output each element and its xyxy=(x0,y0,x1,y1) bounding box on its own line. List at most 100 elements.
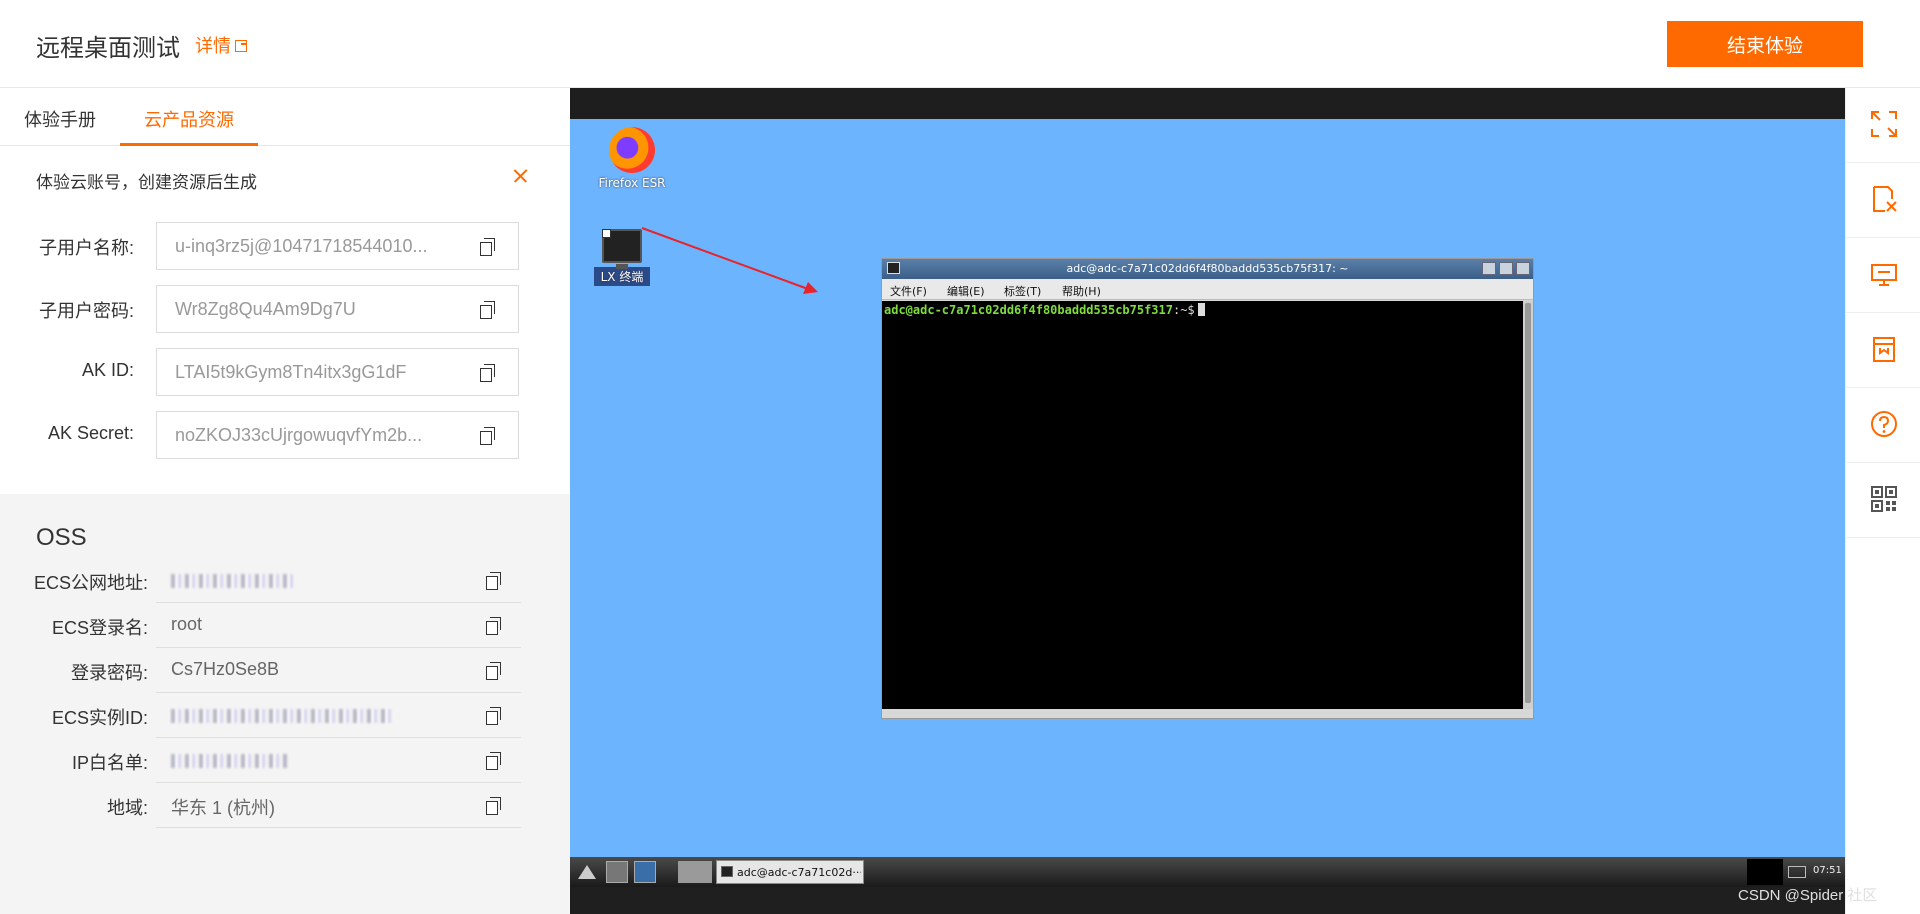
tool-column xyxy=(1845,88,1920,914)
copy-icon[interactable] xyxy=(480,364,495,382)
active-tab-indicator xyxy=(120,143,258,146)
terminal-small-icon xyxy=(721,866,733,877)
help-icon xyxy=(1871,411,1897,437)
display-button[interactable] xyxy=(1846,238,1920,313)
bookmark-icon xyxy=(1873,337,1895,362)
tab-manual[interactable]: 体验手册 xyxy=(24,106,96,132)
oss-label: ECS实例ID: xyxy=(51,708,148,728)
viewport-top-bar xyxy=(570,88,1845,119)
resource-panel: 体验手册 云产品资源 体验云账号，创建资源后生成 子用户名称: u-inq3rz… xyxy=(0,88,570,914)
field-value: LTAI5t9kGym8Tn4itx3gG1dF xyxy=(175,362,407,382)
ak-secret-field[interactable]: noZKOJ33cUjrgowuqvfYm2b... xyxy=(156,411,519,459)
redacted-value xyxy=(171,754,287,768)
minimize-button[interactable] xyxy=(1482,262,1496,275)
oss-row-login-password: 登录密码: Cs7Hz0Se8B xyxy=(0,648,570,693)
menu-help[interactable]: 帮助(H) xyxy=(1062,283,1101,299)
text-cursor xyxy=(1197,303,1205,316)
desktop-icon-firefox[interactable]: Firefox ESR xyxy=(594,127,670,190)
oss-row-ip-whitelist: IP白名单: xyxy=(0,738,570,783)
menu-tabs[interactable]: 标签(T) xyxy=(1004,283,1041,299)
terminal-window[interactable]: adc@adc-c7a71c02dd6f4f80baddd535cb75f317… xyxy=(881,258,1534,719)
field-value: Wr8Zg8Qu4Am9Dg7U xyxy=(175,299,356,319)
terminal-scrollbar[interactable] xyxy=(1523,301,1533,709)
watermark: CSDN @Spider 社区 xyxy=(1738,887,1878,904)
fullscreen-button[interactable] xyxy=(1846,88,1920,163)
page-title: 远程桌面测试 xyxy=(36,35,180,62)
prompt-path: :~$ xyxy=(1172,303,1195,317)
desktop-icon-label: Firefox ESR xyxy=(598,176,666,190)
qrcode-button[interactable] xyxy=(1846,463,1920,538)
end-experience-button[interactable]: 结束体验 xyxy=(1667,21,1863,67)
terminal-titlebar[interactable]: adc@adc-c7a71c02dd6f4f80baddd535cb75f317… xyxy=(882,259,1533,279)
show-desktop-icon[interactable] xyxy=(606,861,628,883)
redacted-value xyxy=(171,574,293,588)
terminal-prompt: adc@adc-c7a71c02dd6f4f80baddd535cb75f317… xyxy=(884,303,1205,317)
field-row-password: 子用户密码: Wr8Zg8Qu4Am9Dg7U xyxy=(0,285,570,333)
menu-file[interactable]: 文件(F) xyxy=(890,283,927,299)
copy-icon[interactable] xyxy=(486,752,501,770)
annotation-arrow xyxy=(641,227,818,294)
field-label: 子用户名称: xyxy=(38,238,134,258)
oss-label: 登录密码: xyxy=(70,663,148,683)
oss-value: 华东 1 (杭州) xyxy=(171,798,276,818)
field-row-ak-secret: AK Secret: noZKOJ33cUjrgowuqvfYm2b... xyxy=(0,411,570,459)
task-label: adc@adc-c7a71c02d··· xyxy=(737,866,861,879)
remote-desktop-viewport[interactable]: Firefox ESR LX 终端 adc@adc-c7a71c02dd6f4f… xyxy=(570,88,1845,914)
oss-label: 地域: xyxy=(106,798,148,818)
field-value: u-inq3rz5j@10471718544010... xyxy=(175,236,428,256)
taskbar: adc@adc-c7a71c02d··· 07:51 xyxy=(570,857,1845,887)
copy-icon[interactable] xyxy=(486,572,501,590)
terminal-screen[interactable]: adc@adc-c7a71c02dd6f4f80baddd535cb75f317… xyxy=(882,301,1523,709)
field-label: AK Secret: xyxy=(47,423,134,443)
oss-section: OSS ECS公网地址: ECS登录名: root 登录密码: Cs7Hz0Se… xyxy=(0,494,570,914)
start-menu-icon[interactable] xyxy=(576,861,598,883)
maximize-button[interactable] xyxy=(1499,262,1513,275)
scrollbar-thumb[interactable] xyxy=(1525,303,1531,703)
detail-link[interactable]: 详情 xyxy=(195,32,247,58)
copy-icon[interactable] xyxy=(486,797,501,815)
top-header: 远程桌面测试 详情 结束体验 xyxy=(0,0,1920,88)
terminal-menubar: 文件(F) 编辑(E) 标签(T) 帮助(H) xyxy=(882,279,1533,300)
close-window-button[interactable] xyxy=(1516,262,1530,275)
ak-id-field[interactable]: LTAI5t9kGym8Tn4itx3gG1dF xyxy=(156,348,519,396)
oss-row-region: 地域: 华东 1 (杭州) xyxy=(0,783,570,828)
redacted-value xyxy=(171,709,391,723)
copy-icon[interactable] xyxy=(486,662,501,680)
oss-label: ECS登录名: xyxy=(51,618,148,638)
oss-value: root xyxy=(171,614,203,634)
oss-row-login-name: ECS登录名: root xyxy=(0,603,570,648)
password-field[interactable]: Wr8Zg8Qu4Am9Dg7U xyxy=(156,285,519,333)
panel-tabs: 体验手册 云产品资源 xyxy=(0,88,570,146)
desktop-area[interactable]: Firefox ESR LX 终端 adc@adc-c7a71c02dd6f4f… xyxy=(570,119,1845,859)
username-field[interactable]: u-inq3rz5j@10471718544010... xyxy=(156,222,519,270)
copy-icon[interactable] xyxy=(480,301,495,319)
copy-icon[interactable] xyxy=(486,707,501,725)
workspace-icon[interactable] xyxy=(634,861,656,883)
oss-row-public-ip: ECS公网地址: xyxy=(0,558,570,603)
copy-icon[interactable] xyxy=(480,238,495,256)
viewport-bottom-bar xyxy=(570,887,1845,914)
taskbar-terminal-task[interactable]: adc@adc-c7a71c02d··· xyxy=(716,860,864,884)
firefox-icon xyxy=(609,127,655,173)
workspace-switcher[interactable] xyxy=(678,861,712,883)
fullscreen-icon xyxy=(1871,111,1897,137)
close-icon[interactable] xyxy=(510,166,530,186)
oss-title: OSS xyxy=(36,524,87,551)
keyboard-icon[interactable] xyxy=(1788,866,1806,878)
taskbar-clock: 07:51 xyxy=(1813,865,1842,876)
detail-link-label: 详情 xyxy=(195,36,231,56)
terminal-title: adc@adc-c7a71c02dd6f4f80baddd535cb75f317… xyxy=(1066,262,1349,275)
help-button[interactable] xyxy=(1846,388,1920,463)
copy-icon[interactable] xyxy=(486,617,501,635)
bookmark-button[interactable] xyxy=(1846,313,1920,388)
terminal-icon xyxy=(602,229,642,269)
tab-cloud-resources[interactable]: 云产品资源 xyxy=(144,106,234,132)
account-note: 体验云账号，创建资源后生成 xyxy=(36,173,257,192)
field-row-username: 子用户名称: u-inq3rz5j@10471718544010... xyxy=(0,222,570,270)
menu-edit[interactable]: 编辑(E) xyxy=(947,283,985,299)
shortcut-arrow-icon xyxy=(602,229,611,238)
copy-icon[interactable] xyxy=(480,427,495,445)
clipboard-button[interactable] xyxy=(1846,163,1920,238)
field-label: 子用户密码: xyxy=(38,301,134,321)
clipboard-icon xyxy=(1873,186,1897,212)
